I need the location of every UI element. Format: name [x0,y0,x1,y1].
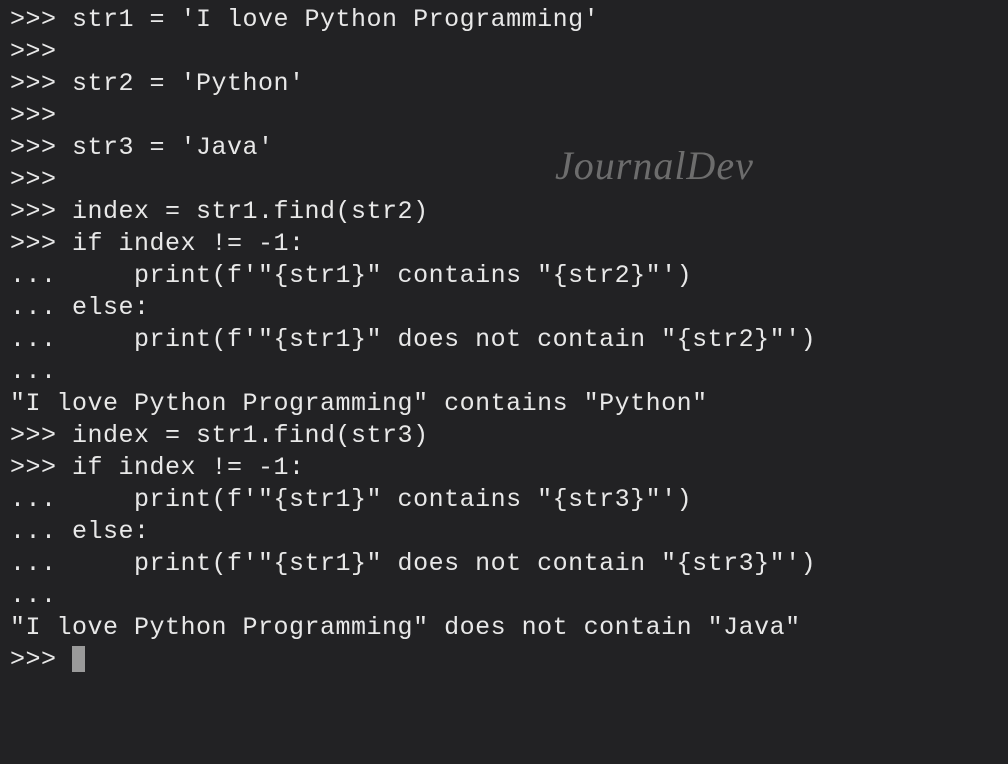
terminal-line: ... print(f'"{str1}" does not contain "{… [10,324,998,356]
terminal-line: >>> [10,164,998,196]
terminal-line: ... else: [10,516,998,548]
terminal-line: ... [10,580,998,612]
terminal-line: >>> index = str1.find(str2) [10,196,998,228]
cursor [72,646,85,672]
terminal-line: >>> str1 = 'I love Python Programming' [10,4,998,36]
terminal-line: >>> [10,644,998,676]
terminal-line: >>> if index != -1: [10,228,998,260]
terminal-line: ... print(f'"{str1}" contains "{str2}"') [10,260,998,292]
terminal-line: >>> [10,36,998,68]
terminal-line: >>> if index != -1: [10,452,998,484]
terminal-line: ... print(f'"{str1}" contains "{str3}"') [10,484,998,516]
terminal-line: ... [10,356,998,388]
terminal-line: ... print(f'"{str1}" does not contain "{… [10,548,998,580]
terminal-line: >>> str2 = 'Python' [10,68,998,100]
terminal-line: "I love Python Programming" does not con… [10,612,998,644]
terminal-line: >>> [10,100,998,132]
terminal-line: >>> str3 = 'Java' [10,132,998,164]
terminal-output: >>> str1 = 'I love Python Programming'>>… [10,4,998,676]
terminal-line: ... else: [10,292,998,324]
terminal-line: "I love Python Programming" contains "Py… [10,388,998,420]
terminal-line: >>> index = str1.find(str3) [10,420,998,452]
